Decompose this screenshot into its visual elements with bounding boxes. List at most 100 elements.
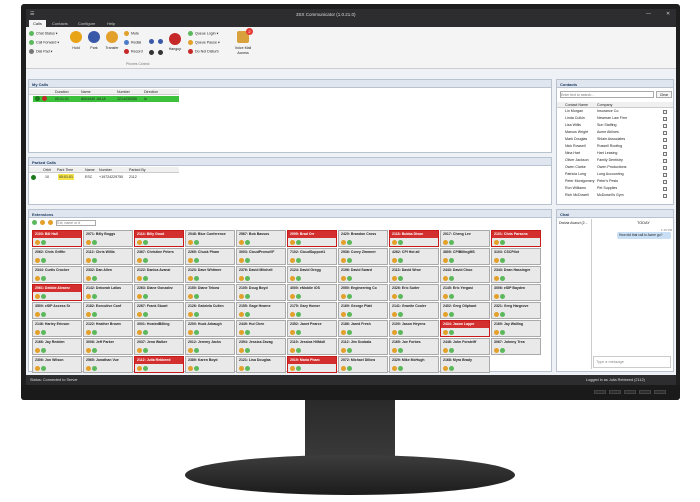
volume-up-icon[interactable]: [158, 39, 163, 44]
phone-icon[interactable]: [239, 330, 244, 335]
extension-card[interactable]: 2182: Executive Conf: [83, 302, 133, 319]
extension-card[interactable]: 2306: Jon Wilson: [32, 356, 82, 373]
extension-card[interactable]: 2019: Maria Pham: [287, 356, 337, 373]
extension-card[interactable]: 2118: Bubba Dixon: [389, 230, 439, 247]
extension-card[interactable]: 2200: Huck Arbaugh: [185, 320, 235, 337]
extension-card[interactable]: 2263: Diane Gonzalez: [134, 284, 184, 301]
extension-card[interactable]: 3067: Johnny Trea: [491, 338, 541, 355]
phone-icon[interactable]: [86, 366, 91, 371]
extension-card[interactable]: 2123: Dave Whitmer: [185, 266, 235, 283]
presence-icon[interactable]: [41, 258, 46, 263]
phone-icon[interactable]: [494, 294, 499, 299]
contact-row[interactable]: Lin Morgan Insurance Co.: [559, 109, 673, 116]
presence-icon[interactable]: [398, 312, 403, 317]
phone-icon[interactable]: [35, 366, 40, 371]
phone-icon[interactable]: [443, 240, 448, 245]
presence-icon[interactable]: [296, 240, 301, 245]
extension-card[interactable]: 2012: Jeremy Jacks: [185, 338, 235, 355]
presence-icon[interactable]: [194, 276, 199, 281]
presence-icon[interactable]: [500, 258, 505, 263]
presence-icon[interactable]: [194, 330, 199, 335]
presence-icon[interactable]: [245, 312, 250, 317]
presence-icon[interactable]: [296, 258, 301, 263]
presence-icon[interactable]: [449, 258, 454, 263]
extension-card[interactable]: 2352: Janet Pearce: [287, 320, 337, 337]
presence-icon[interactable]: [296, 348, 301, 353]
column-orbit[interactable]: Orbit: [43, 168, 51, 172]
extension-card[interactable]: 2048: Blue Conference: [185, 230, 235, 247]
table-row[interactable]: 00:01:01 8004440 JULIA 1214430050 In: [33, 96, 179, 102]
phone-icon[interactable]: [35, 276, 40, 281]
group-icon[interactable]: [40, 220, 46, 226]
presence-icon[interactable]: [143, 330, 148, 335]
presence-icon[interactable]: [41, 240, 46, 245]
extension-card[interactable]: 2168: Myra Brady: [440, 356, 490, 373]
phone-icon[interactable]: [86, 240, 91, 245]
contact-row[interactable]: Lisa Willis Sun Staffing: [559, 123, 673, 130]
extension-card[interactable]: 2114: Billy Good: [134, 230, 184, 247]
table-row[interactable]: 10 00:01:01 ESC +19724229750 2112: [31, 174, 179, 181]
phone-icon[interactable]: [137, 330, 142, 335]
phone-icon[interactable]: [35, 240, 40, 245]
phone-icon[interactable]: [137, 348, 142, 353]
presence-icon[interactable]: [194, 258, 199, 263]
contact-card-icon[interactable]: [663, 110, 667, 114]
extension-card[interactable]: 3805: CPIBillingMS: [440, 248, 490, 265]
volume-down-icon[interactable]: [149, 39, 154, 44]
extension-card[interactable]: 2112: Julia Rebbeed: [134, 356, 184, 373]
contact-row[interactable]: Ron Williams Pet Supplies: [559, 186, 673, 193]
extension-card[interactable]: 2265: Chuck Pham: [185, 248, 235, 265]
presence-icon[interactable]: [398, 294, 403, 299]
presence-icon[interactable]: [245, 294, 250, 299]
phone-icon[interactable]: [137, 240, 142, 245]
extension-card[interactable]: 3500: eSIP Access Sr: [32, 302, 82, 319]
extension-card[interactable]: 2095: Brad Orr: [287, 230, 337, 247]
presence-icon[interactable]: [143, 366, 148, 371]
extension-card[interactable]: 2344: Curtis Crocker: [32, 266, 82, 283]
phone-icon[interactable]: [443, 258, 448, 263]
presence-icon[interactable]: [245, 240, 250, 245]
phone-icon[interactable]: [290, 276, 295, 281]
presence-icon[interactable]: [296, 294, 301, 299]
contact-card-icon[interactable]: [663, 124, 667, 128]
contact-row[interactable]: Patricia Long Long Accounting: [559, 172, 673, 179]
extension-card[interactable]: 2343: Dean Hassinger: [491, 266, 541, 283]
extension-card[interactable]: 2434: Jason Lappe: [440, 320, 490, 337]
presence-icon[interactable]: [398, 330, 403, 335]
contact-card-icon[interactable]: [663, 152, 667, 156]
phone-icon[interactable]: [494, 276, 499, 281]
contact-card-icon[interactable]: [663, 166, 667, 170]
phone-icon[interactable]: [239, 294, 244, 299]
presence-icon[interactable]: [143, 276, 148, 281]
minimize-icon[interactable]: —: [646, 11, 651, 17]
contact-card-icon[interactable]: [663, 159, 667, 163]
filter-icon[interactable]: [48, 220, 54, 226]
extension-card[interactable]: 2071: Billy Boggs: [83, 230, 133, 247]
extension-card[interactable]: 2062: Chris Griffin: [32, 248, 82, 265]
mute-button[interactable]: Mute: [124, 31, 139, 36]
presence-icon[interactable]: [347, 258, 352, 263]
phone-icon[interactable]: [137, 366, 142, 371]
presence-icon[interactable]: [398, 240, 403, 245]
presence-icon[interactable]: [41, 330, 46, 335]
presence-icon[interactable]: [296, 276, 301, 281]
presence-icon[interactable]: [41, 276, 46, 281]
contact-card-icon[interactable]: [663, 180, 667, 184]
transfer-icon[interactable]: [106, 31, 118, 43]
column-duration[interactable]: Duration: [55, 90, 69, 94]
extension-card[interactable]: 3103: CSCPilot: [491, 248, 541, 265]
phone-icon[interactable]: [494, 330, 499, 335]
phone-icon[interactable]: [188, 240, 193, 245]
redial-button[interactable]: Redial: [124, 40, 141, 45]
phone-icon[interactable]: [443, 330, 448, 335]
presence-icon[interactable]: [347, 312, 352, 317]
column-number[interactable]: Number: [117, 90, 130, 94]
presence-icon[interactable]: [449, 348, 454, 353]
tab-help[interactable]: Help: [103, 20, 119, 27]
column-park-time[interactable]: Park Time: [57, 168, 73, 172]
presence-icon[interactable]: [500, 312, 505, 317]
extension-card[interactable]: 4000: eMobile iOS: [287, 284, 337, 301]
phone-icon[interactable]: [341, 330, 346, 335]
column-parked-by[interactable]: Parked By: [129, 168, 146, 172]
presence-icon[interactable]: [143, 258, 148, 263]
